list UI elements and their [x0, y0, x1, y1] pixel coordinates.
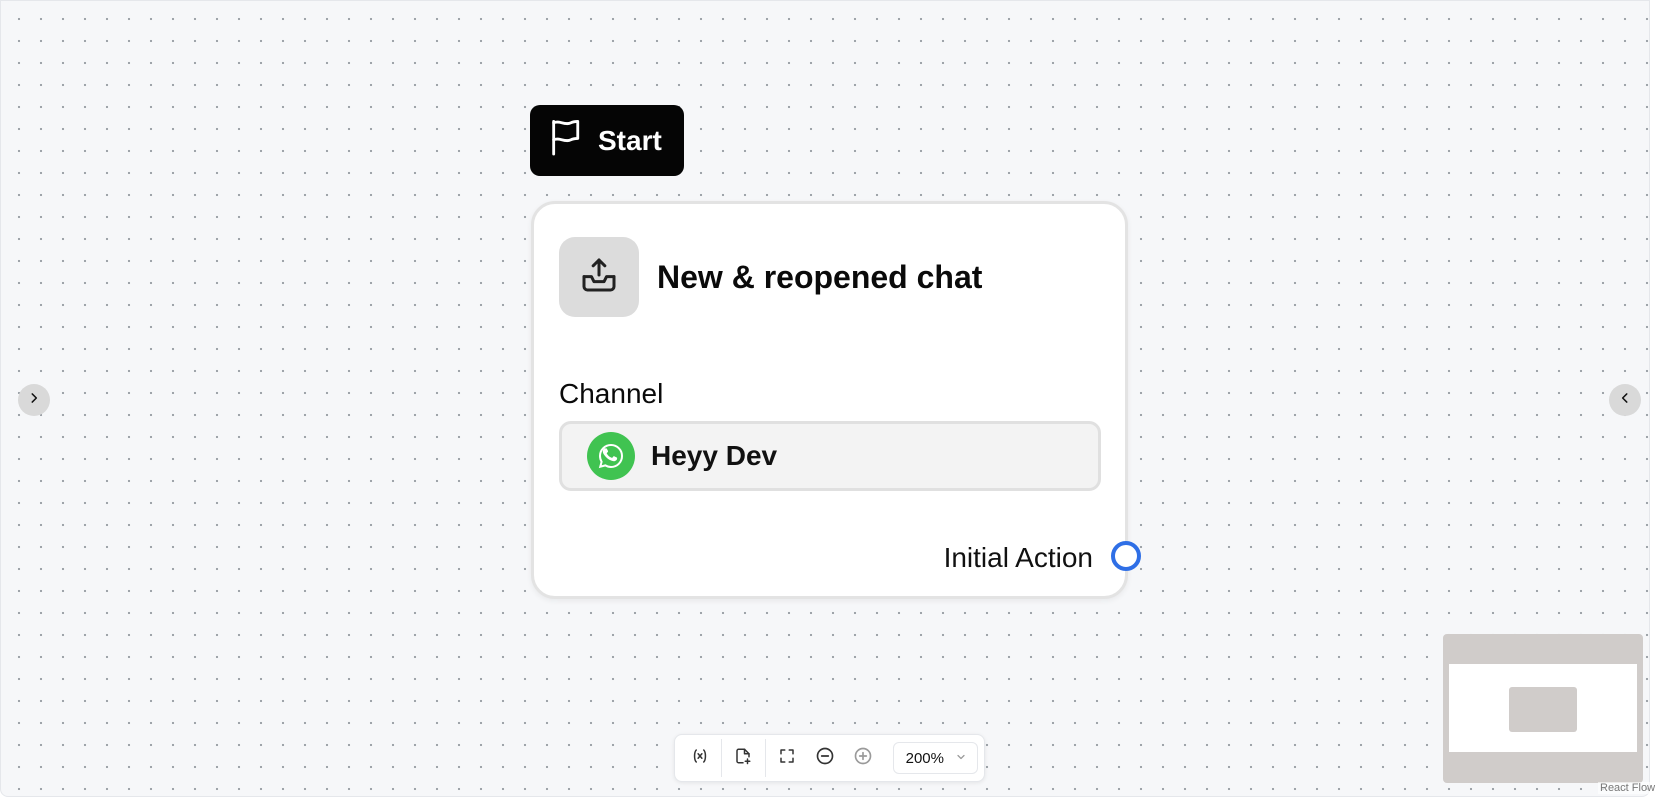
- fit-view-button[interactable]: [768, 740, 806, 776]
- toolbar-divider: [721, 739, 723, 777]
- fit-view-icon: [778, 747, 796, 770]
- zoom-in-icon: [853, 746, 873, 771]
- start-node-badge[interactable]: Start: [530, 105, 684, 176]
- react-flow-attribution[interactable]: React Flow: [1598, 782, 1658, 794]
- zoom-level-value: 200%: [905, 749, 944, 767]
- variables-button[interactable]: [681, 740, 719, 776]
- trigger-node-icon-box: [559, 237, 639, 317]
- zoom-level-select[interactable]: 200%: [892, 742, 978, 774]
- zoom-in-button[interactable]: [844, 740, 882, 776]
- whatsapp-icon: [587, 432, 635, 480]
- chevron-left-icon: [1618, 391, 1632, 410]
- chevron-down-icon: [955, 750, 967, 767]
- channel-value: Heyy Dev: [651, 440, 778, 471]
- initial-action-output-handle[interactable]: [1111, 541, 1141, 571]
- chevron-right-icon: [27, 391, 41, 410]
- start-node-label: Start: [598, 124, 662, 156]
- inbox-upload-icon: [579, 255, 619, 300]
- left-panel-toggle[interactable]: [18, 384, 50, 416]
- zoom-out-icon: [815, 746, 835, 771]
- minimap-node: [1509, 687, 1577, 732]
- minimap[interactable]: [1443, 634, 1643, 783]
- variable-icon: [691, 747, 709, 770]
- canvas-toolbar: 200%: [674, 734, 985, 782]
- right-panel-toggle[interactable]: [1609, 384, 1641, 416]
- add-file-icon: [734, 747, 752, 770]
- channel-select[interactable]: Heyy Dev: [559, 421, 1101, 491]
- trigger-node-card[interactable]: New & reopened chat Channel Heyy Dev Ini…: [531, 201, 1128, 599]
- add-file-button[interactable]: [724, 740, 762, 776]
- initial-action-label: Initial Action: [943, 542, 1093, 573]
- zoom-out-button[interactable]: [806, 740, 844, 776]
- flag-icon: [548, 118, 582, 163]
- channel-label: Channel: [559, 378, 664, 409]
- flow-canvas[interactable]: Start New & reopened chat Channel Heyy D…: [0, 0, 1650, 797]
- toolbar-divider: [764, 739, 766, 777]
- trigger-node-title: New & reopened chat: [657, 259, 983, 295]
